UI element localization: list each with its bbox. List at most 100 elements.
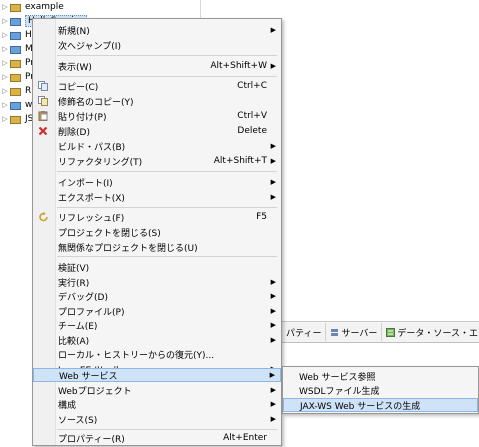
web-project-icon [10,16,22,26]
menu-item-source[interactable]: ソース(S) ▶ [33,412,281,426]
refresh-icon [38,212,49,222]
tree-item-example[interactable]: ▷ example [0,0,200,14]
submenu-arrow-icon: ▶ [270,278,276,286]
menu-item-close-unrelated[interactable]: 無関係なプロジェクトを閉じる(U) [33,240,281,254]
menu-item-label: 貼り付け(P) [58,112,107,123]
expand-arrow-icon[interactable]: ▷ [0,45,10,53]
submenu-arrow-icon: ▶ [270,415,276,423]
context-menu: 新規(N) ▶ 次へジャンプ(I) 表示(W) Alt+Shift+W ▶ コピ… [32,18,282,446]
menu-item-label: 無関係なプロジェクトを閉じる(U) [58,243,198,254]
expand-arrow-icon[interactable]: ▷ [0,73,10,81]
menu-item-label: デバッグ(D) [58,292,108,303]
menu-item-shortcut: Ctrl+C [237,81,267,91]
menu-separator [57,171,277,172]
paste-icon [38,111,49,122]
tab-properties[interactable]: パティー [282,323,327,341]
submenu-arrow-icon: ▶ [270,386,276,394]
menu-item-shortcut: Delete [237,126,267,136]
menu-item-delete[interactable]: 削除(D) Delete [33,124,281,138]
submenu-arrow-icon: ▶ [270,321,276,329]
menu-item-restore-local-history[interactable]: ローカル・ヒストリーからの復元(Y)... [33,347,281,361]
submenu-item-label: Web サービス参照 [299,372,376,383]
menu-item-label: Web サービス [59,371,118,382]
submenu-item-web-service-client[interactable]: Web サービス参照 [283,369,478,383]
web-services-submenu: Web サービス参照 WSDLファイル生成 JAX-WS Web サービスの生成 [282,366,479,414]
expand-arrow-icon[interactable]: ▷ [0,17,10,25]
submenu-item-generate-jaxws[interactable]: JAX-WS Web サービスの生成 [283,398,478,412]
menu-item-label: コピー(C) [58,82,99,93]
menu-item-copy[interactable]: コピー(C) Ctrl+C [33,79,281,93]
submenu-arrow-icon: ▶ [270,157,276,165]
menu-item-copy-qualified[interactable]: 修飾名のコピー(Y) [33,94,281,108]
menu-item-label: 新規(N) [58,26,90,37]
menu-item-shortcut: Alt+Shift+W [210,61,267,71]
menu-item-paste[interactable]: 貼り付け(P) Ctrl+V [33,109,281,123]
menu-item-shortcut: Alt+Enter [223,433,267,443]
data-source-icon [386,327,396,337]
tab-label: データ・ソース・エクスプ [397,328,479,339]
copy-qualified-icon [38,96,49,106]
tab-label: パティー [286,328,322,339]
menu-item-label: チーム(E) [58,321,98,332]
expand-arrow-icon[interactable]: ▷ [0,101,10,109]
menu-item-label: 比較(A) [58,336,90,347]
web-project-icon [10,44,22,54]
menu-separator [57,55,277,56]
menu-item-web-project[interactable]: Webプロジェクト ▶ [33,383,281,397]
expand-arrow-icon[interactable]: ▷ [0,31,10,39]
submenu-arrow-icon: ▶ [270,193,276,201]
menu-item-refresh[interactable]: リフレッシュ(F) F5 [33,210,281,224]
menu-item-properties[interactable]: プロパティー(R) Alt+Enter [33,431,281,445]
tab-data-source-explorer[interactable]: データ・ソース・エクスプ [382,323,479,341]
submenu-item-label: JAX-WS Web サービスの生成 [300,401,421,412]
menu-item-label: Webプロジェクト [58,386,132,397]
menu-item-label: ソース(S) [58,415,98,426]
menu-item-show-in[interactable]: 表示(W) Alt+Shift+W ▶ [33,59,281,73]
submenu-arrow-icon: ▶ [270,292,276,300]
menu-item-import[interactable]: インポート(I) ▶ [33,175,281,189]
submenu-arrow-icon: ▶ [270,178,276,186]
menu-item-profile[interactable]: プロファイル(P) ▶ [33,304,281,318]
menu-item-shortcut: Alt+Shift+T [213,156,267,166]
submenu-arrow-icon: ▶ [270,62,276,70]
project-folder-icon [10,2,22,12]
submenu-arrow-icon: ▶ [270,307,276,315]
expand-arrow-icon[interactable]: ▷ [0,59,10,67]
web-project-icon [10,100,22,110]
menu-item-export[interactable]: エクスポート(X) ▶ [33,190,281,204]
menu-item-configure[interactable]: 構成 ▶ [33,397,281,411]
menu-item-validate[interactable]: 検証(V) [33,260,281,274]
copy-icon [38,81,49,91]
menu-item-label: ビルド・パス(B) [58,142,126,153]
menu-item-new[interactable]: 新規(N) ▶ [33,23,281,37]
submenu-arrow-icon: ▶ [270,400,276,408]
menu-item-compare[interactable]: 比較(A) ▶ [33,333,281,347]
submenu-arrow-icon: ▶ [270,142,276,150]
menu-item-web-services[interactable]: Web サービス ▶ [33,368,281,382]
menu-item-debug[interactable]: デバッグ(D) ▶ [33,289,281,303]
menu-item-label: 構成 [58,400,77,411]
submenu-item-generate-wsdl[interactable]: WSDLファイル生成 [283,383,478,397]
menu-item-team[interactable]: チーム(E) ▶ [33,318,281,332]
menu-item-label: リフレッシュ(F) [58,213,125,224]
menu-item-label: 検証(V) [58,263,90,274]
menu-item-label: インポート(I) [58,178,113,189]
menu-item-close-project[interactable]: プロジェクトを閉じる(S) [33,225,281,239]
expand-arrow-icon[interactable]: ▷ [0,115,10,123]
menu-item-build-path[interactable]: ビルド・パス(B) ▶ [33,139,281,153]
project-folder-icon [10,58,22,68]
project-folder-icon [10,72,22,82]
tab-servers[interactable]: サーバー [326,323,383,341]
menu-item-run[interactable]: 実行(R) ▶ [33,275,281,289]
menu-item-label: 修飾名のコピー(Y) [58,97,134,108]
project-folder-icon [10,86,22,96]
menu-item-label: プロジェクトを閉じる(S) [58,228,161,239]
submenu-item-label: WSDLファイル生成 [299,386,380,397]
menu-separator [57,256,277,257]
expand-arrow-icon[interactable]: ▷ [0,3,10,11]
menu-item-goto[interactable]: 次へジャンプ(I) [33,38,281,52]
expand-arrow-icon[interactable]: ▷ [0,87,10,95]
menu-item-shortcut: Ctrl+V [237,111,267,121]
menu-item-refactor[interactable]: リファクタリング(T) Alt+Shift+T ▶ [33,154,281,168]
menu-item-label: 実行(R) [58,278,90,289]
